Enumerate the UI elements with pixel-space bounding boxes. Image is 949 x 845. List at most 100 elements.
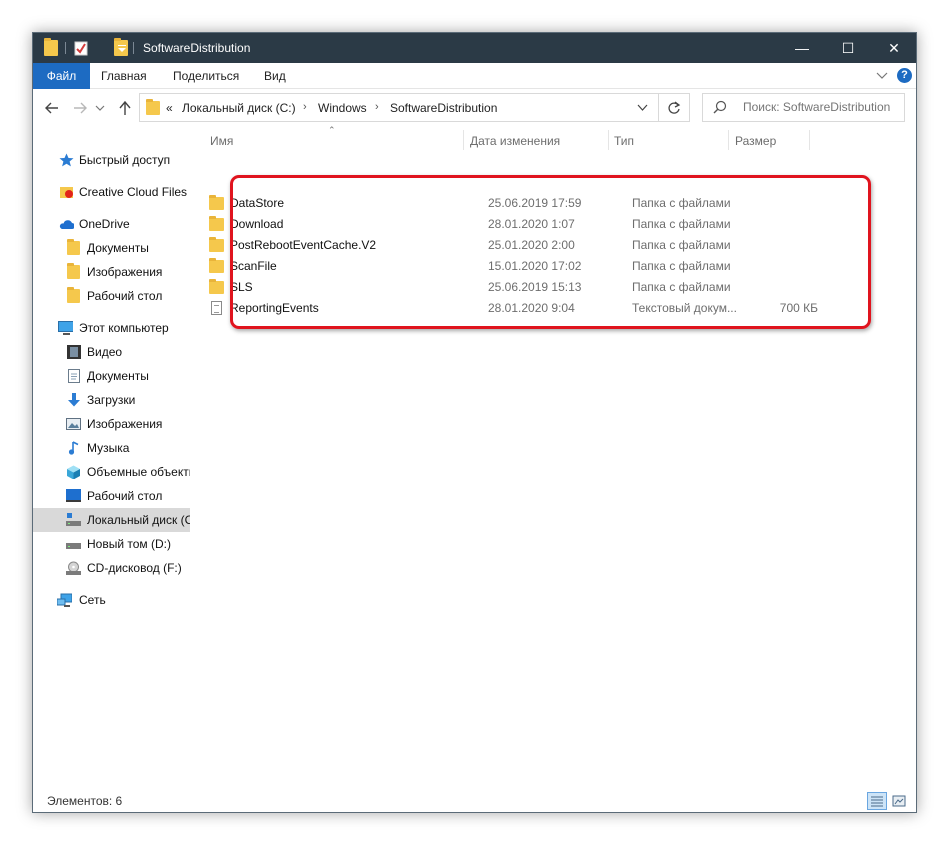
sidebar-item-onedrive[interactable]: OneDrive <box>33 212 190 236</box>
sidebar-item-desktop[interactable]: Рабочий стол <box>33 484 190 508</box>
address-dropdown-icon[interactable] <box>637 100 648 114</box>
sidebar-item-this-pc[interactable]: Этот компьютер <box>33 316 190 340</box>
folder-icon <box>209 237 224 252</box>
file-row-datastore[interactable]: DataStore 25.06.2019 17:59 Папка с файла… <box>205 193 835 214</box>
folder-icon <box>67 239 80 255</box>
folder-icon <box>44 38 58 56</box>
file-date: 25.01.2020 2:00 <box>488 238 575 252</box>
column-divider[interactable] <box>728 130 729 150</box>
search-box[interactable] <box>702 93 905 122</box>
column-divider[interactable] <box>463 130 464 150</box>
address-bar[interactable]: « Локальный диск (C:) › Windows › Softwa… <box>139 93 659 122</box>
large-icons-view-button[interactable] <box>889 792 909 810</box>
search-input[interactable] <box>743 100 903 114</box>
file-name: Download <box>230 217 284 231</box>
maximize-button[interactable]: ☐ <box>825 33 871 63</box>
column-divider[interactable] <box>809 130 810 150</box>
close-button[interactable]: ✕ <box>871 33 916 63</box>
sidebar-item-label: Документы <box>87 369 149 383</box>
tab-home[interactable]: Главная <box>101 63 147 89</box>
file-row-reportingevents[interactable]: ReportingEvents 28.01.2020 9:04 Текстовы… <box>205 298 835 319</box>
file-list-pane: ⌃ Имя Дата изменения Тип Размер DataStor… <box>190 125 916 781</box>
drive-icon <box>66 543 81 549</box>
folder-icon <box>67 287 80 303</box>
sidebar-item-label: Этот компьютер <box>79 321 169 335</box>
cloud-icon <box>59 220 74 229</box>
file-date: 15.01.2020 17:02 <box>488 259 582 273</box>
properties-icon[interactable] <box>74 40 89 56</box>
details-view-button[interactable] <box>867 792 887 810</box>
sidebar-item-creative-cloud[interactable]: Creative Cloud Files <box>33 180 190 204</box>
tab-share[interactable]: Поделиться <box>173 63 239 89</box>
refresh-button[interactable] <box>659 93 690 122</box>
window-title: SoftwareDistribution <box>143 41 251 55</box>
up-arrow-icon[interactable] <box>116 99 134 117</box>
file-date: 25.06.2019 15:13 <box>488 280 582 294</box>
computer-icon <box>58 321 73 335</box>
column-header-size[interactable]: Размер <box>735 134 776 148</box>
sidebar-item-label: Изображения <box>87 265 163 279</box>
help-icon[interactable]: ? <box>897 68 912 83</box>
address-overflow[interactable]: « <box>166 101 173 115</box>
forward-arrow-icon[interactable] <box>71 99 89 117</box>
sidebar-item-onedrive-desktop[interactable]: Рабочий стол <box>33 284 190 308</box>
file-type: Папка с файлами <box>632 238 731 252</box>
documents-icon <box>68 369 80 383</box>
sidebar-item-cd-drive-f[interactable]: CD-дисковод (F:) <box>33 556 190 580</box>
recent-locations-icon[interactable] <box>95 103 113 121</box>
sidebar-item-music[interactable]: Музыка <box>33 436 190 460</box>
file-type: Папка с файлами <box>632 196 731 210</box>
file-name: PostRebootEventCache.V2 <box>230 238 377 252</box>
sidebar-item-label: Документы <box>87 241 149 255</box>
sidebar-item-onedrive-documents[interactable]: Документы <box>33 236 190 260</box>
file-type: Папка с файлами <box>632 259 731 273</box>
expand-ribbon-icon[interactable] <box>876 68 888 82</box>
column-header-date[interactable]: Дата изменения <box>470 134 560 148</box>
file-row-download[interactable]: Download 28.01.2020 1:07 Папка с файлами <box>205 214 835 235</box>
sidebar-item-documents[interactable]: Документы <box>33 364 190 388</box>
sidebar-item-quick-access[interactable]: Быстрый доступ <box>33 148 190 172</box>
file-type: Текстовый докум... <box>632 301 737 315</box>
column-header-name[interactable]: Имя <box>210 134 233 148</box>
separator <box>65 42 66 54</box>
column-header-type[interactable]: Тип <box>614 134 634 148</box>
star-icon <box>59 153 74 167</box>
breadcrumb-drive-c[interactable]: Локальный диск (C:) <box>182 101 296 115</box>
column-divider[interactable] <box>608 130 609 150</box>
back-arrow-icon[interactable] <box>43 99 61 117</box>
sidebar-item-onedrive-pictures[interactable]: Изображения <box>33 260 190 284</box>
chevron-right-icon[interactable]: › <box>375 101 379 113</box>
sidebar-item-3d-objects[interactable]: Объемные объекты <box>33 460 190 484</box>
navigation-bar: « Локальный диск (C:) › Windows › Softwa… <box>33 90 916 126</box>
breadcrumb-softwaredistribution[interactable]: SoftwareDistribution <box>390 101 497 115</box>
file-type: Папка с файлами <box>632 280 731 294</box>
search-icon <box>713 100 727 114</box>
creative-cloud-icon <box>60 187 73 198</box>
sidebar-item-label: Новый том (D:) <box>87 537 171 551</box>
sidebar-item-downloads[interactable]: Загрузки <box>33 388 190 412</box>
minimize-button[interactable]: — <box>779 33 825 63</box>
chevron-down-icon[interactable] <box>117 45 127 61</box>
file-size: 700 КБ <box>779 301 818 315</box>
sidebar-item-label: Локальный диск (C:) <box>87 513 190 527</box>
file-row-scanfile[interactable]: ScanFile 15.01.2020 17:02 Папка с файлам… <box>205 256 835 277</box>
drive-c-icon <box>66 513 81 526</box>
details-view-icon <box>871 796 883 807</box>
sidebar-item-videos[interactable]: Видео <box>33 340 190 364</box>
tab-file[interactable]: Файл <box>33 63 90 89</box>
sidebar-item-new-volume-d[interactable]: Новый том (D:) <box>33 532 190 556</box>
breadcrumb-windows[interactable]: Windows <box>318 101 367 115</box>
chevron-right-icon[interactable]: › <box>303 101 307 113</box>
file-row-sls[interactable]: SLS 25.06.2019 15:13 Папка с файлами <box>205 277 835 298</box>
sidebar-item-label: OneDrive <box>79 217 130 231</box>
sidebar-item-pictures[interactable]: Изображения <box>33 412 190 436</box>
sidebar-item-label: Creative Cloud Files <box>79 185 188 199</box>
music-icon <box>68 441 79 455</box>
tab-view[interactable]: Вид <box>264 63 286 89</box>
sidebar-item-network[interactable]: Сеть <box>33 588 190 612</box>
file-row-postrebooteventcache[interactable]: PostRebootEventCache.V2 25.01.2020 2:00 … <box>205 235 835 256</box>
ribbon-tabs: Файл Главная Поделиться Вид ? <box>33 63 916 89</box>
download-icon <box>68 393 80 407</box>
pictures-icon <box>66 418 81 430</box>
sidebar-item-local-disk-c[interactable]: Локальный диск (C:) <box>33 508 190 532</box>
